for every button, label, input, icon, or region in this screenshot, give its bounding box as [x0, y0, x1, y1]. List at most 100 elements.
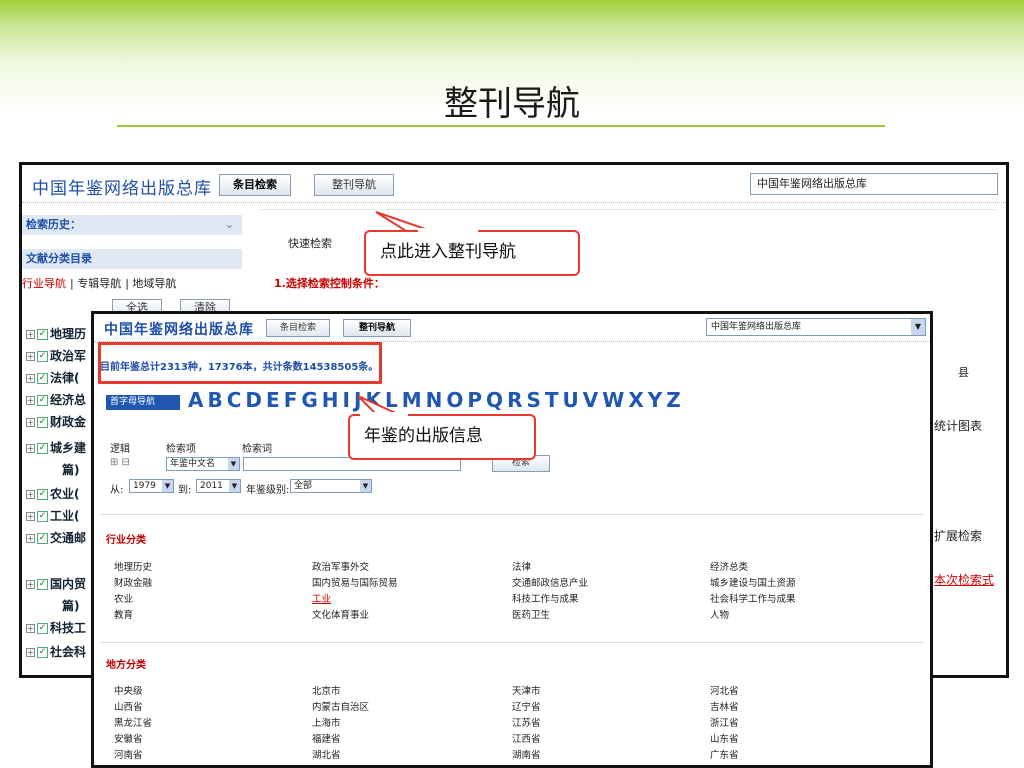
checkbox-icon[interactable]: ✓: [37, 443, 48, 454]
expand-icon[interactable]: +: [26, 534, 35, 543]
front-database-select[interactable]: 中国年鉴网络出版总库 ▼: [706, 318, 926, 336]
expand-icon[interactable]: +: [26, 418, 35, 427]
category-item[interactable]: + ✓ 城乡建: [26, 439, 86, 456]
expand-search-link[interactable]: 扩展检索: [934, 527, 982, 544]
category-link[interactable]: 广东省: [710, 747, 739, 761]
letter-o[interactable]: O: [446, 388, 467, 412]
category-link[interactable]: 国内贸易与国际贸易: [312, 575, 398, 589]
category-link[interactable]: 山西省: [114, 699, 143, 713]
expand-icon[interactable]: +: [26, 624, 35, 633]
category-link[interactable]: 中央级: [114, 683, 143, 697]
category-item[interactable]: + ✓ 工业(: [26, 507, 80, 524]
expand-icon[interactable]: +: [26, 374, 35, 383]
expand-icon[interactable]: +: [26, 580, 35, 589]
category-item[interactable]: + ✓ 交通邮: [26, 529, 86, 546]
category-link[interactable]: 天津市: [512, 683, 541, 697]
checkbox-icon[interactable]: ✓: [37, 623, 48, 634]
category-item[interactable]: + ✓ 财政金: [26, 413, 86, 430]
category-item[interactable]: + ✓ 社会科: [26, 643, 86, 660]
stats-chart-link[interactable]: 统计图表: [934, 417, 982, 434]
category-link[interactable]: 文化体育事业: [312, 607, 369, 621]
tab-industry-nav[interactable]: 行业导航: [22, 277, 66, 290]
expand-icon[interactable]: +: [26, 330, 35, 339]
category-link[interactable]: 政治军事外交: [312, 559, 369, 573]
expand-icon[interactable]: +: [26, 512, 35, 521]
category-link[interactable]: 安徽省: [114, 731, 143, 745]
category-link[interactable]: 江苏省: [512, 715, 541, 729]
letter-z[interactable]: Z: [666, 388, 685, 412]
to-year-select[interactable]: 2011 ▼: [196, 479, 241, 493]
letter-n[interactable]: N: [426, 388, 447, 412]
checkbox-icon[interactable]: ✓: [37, 511, 48, 522]
letter-f[interactable]: F: [284, 388, 302, 412]
category-item[interactable]: + ✓ 科技工: [26, 619, 86, 636]
from-year-select[interactable]: 1979 ▼: [129, 479, 174, 493]
category-link[interactable]: 吉林省: [710, 699, 739, 713]
front-item-search-button[interactable]: 条目检索: [266, 319, 330, 337]
letter-r[interactable]: R: [507, 388, 526, 412]
back-database-select[interactable]: 中国年鉴网络出版总库: [750, 173, 998, 195]
back-item-search-button[interactable]: 条目检索: [219, 174, 291, 196]
category-link[interactable]: 上海市: [312, 715, 341, 729]
category-link[interactable]: 社会科学工作与成果: [710, 591, 796, 605]
category-item[interactable]: + ✓ 法律(: [26, 369, 80, 386]
expand-icon[interactable]: +: [26, 444, 35, 453]
category-link[interactable]: 山东省: [710, 731, 739, 745]
category-link[interactable]: 湖南省: [512, 747, 541, 761]
category-link[interactable]: 交通邮政信息产业: [512, 575, 588, 589]
category-link[interactable]: 辽宁省: [512, 699, 541, 713]
letter-h[interactable]: H: [322, 388, 343, 412]
category-link[interactable]: 河南省: [114, 747, 143, 761]
expand-icon[interactable]: +: [26, 352, 35, 361]
level-select[interactable]: 全部 ▼: [290, 479, 372, 493]
letter-g[interactable]: G: [301, 388, 321, 412]
category-link[interactable]: 城乡建设与国土资源: [710, 575, 796, 589]
letter-p[interactable]: P: [467, 388, 486, 412]
letter-a[interactable]: A: [188, 388, 207, 412]
front-journal-nav-button[interactable]: 整刊导航: [343, 319, 411, 337]
letter-d[interactable]: D: [245, 388, 266, 412]
chevron-down-icon[interactable]: ▼: [162, 480, 173, 492]
expand-collapse-icon[interactable]: ⊞ ⊟: [110, 457, 130, 468]
tab-region-nav[interactable]: 地域导航: [132, 277, 176, 290]
category-link[interactable]: 工业: [312, 591, 331, 605]
checkbox-icon[interactable]: ✓: [37, 533, 48, 544]
search-history-header[interactable]: 检索历史： ⌄: [22, 215, 242, 235]
category-link[interactable]: 财政金融: [114, 575, 152, 589]
expand-icon[interactable]: +: [26, 396, 35, 405]
back-journal-nav-button[interactable]: 整刊导航: [314, 174, 394, 196]
category-link[interactable]: 江西省: [512, 731, 541, 745]
category-link[interactable]: 黑龙江省: [114, 715, 152, 729]
tab-special-nav[interactable]: 专辑导航: [77, 277, 121, 290]
checkbox-icon[interactable]: ✓: [37, 329, 48, 340]
letter-b[interactable]: B: [207, 388, 226, 412]
checkbox-icon[interactable]: ✓: [37, 351, 48, 362]
category-item[interactable]: + ✓ 经济总: [26, 391, 86, 408]
category-link[interactable]: 教育: [114, 607, 133, 621]
letter-y[interactable]: Y: [648, 388, 666, 412]
expand-icon[interactable]: +: [26, 490, 35, 499]
expand-icon[interactable]: +: [26, 648, 35, 657]
letter-w[interactable]: W: [602, 388, 628, 412]
category-link[interactable]: 河北省: [710, 683, 739, 697]
category-link[interactable]: 人物: [710, 607, 729, 621]
chevron-down-icon[interactable]: ▼: [229, 480, 240, 492]
category-item[interactable]: + ✓ 政治军: [26, 347, 86, 364]
letter-e[interactable]: E: [266, 388, 284, 412]
chevron-down-icon[interactable]: ▼: [228, 458, 239, 470]
chevron-down-icon[interactable]: ⌄: [225, 215, 234, 235]
alpha-nav-label[interactable]: 首字母导航: [106, 395, 180, 410]
letter-q[interactable]: Q: [486, 388, 507, 412]
letter-u[interactable]: U: [563, 388, 583, 412]
category-link[interactable]: 湖北省: [312, 747, 341, 761]
letter-s[interactable]: S: [526, 388, 544, 412]
category-link[interactable]: 地理历史: [114, 559, 152, 573]
category-link[interactable]: 科技工作与成果: [512, 591, 579, 605]
current-search-link[interactable]: 本次检索式: [934, 571, 994, 588]
category-item[interactable]: + ✓ 农业(: [26, 485, 80, 502]
checkbox-icon[interactable]: ✓: [37, 647, 48, 658]
checkbox-icon[interactable]: ✓: [37, 489, 48, 500]
checkbox-icon[interactable]: ✓: [37, 395, 48, 406]
category-item[interactable]: + ✓ 地理历: [26, 325, 86, 342]
category-link[interactable]: 经济总类: [710, 559, 748, 573]
